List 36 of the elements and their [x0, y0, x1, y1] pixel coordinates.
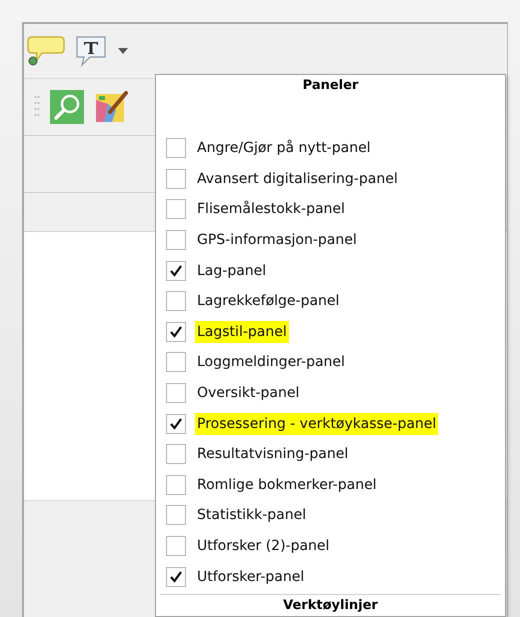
checkbox[interactable] — [166, 444, 186, 464]
menu-section-title: Verktøylinjer — [283, 598, 378, 613]
menu-item[interactable]: Statistikk-panel — [160, 500, 501, 531]
menu-item[interactable]: Oversikt-panel — [160, 378, 501, 408]
menu-item[interactable]: Resultatvisning-panel — [160, 438, 501, 470]
menu-item[interactable]: Lagrekkefølge-panel — [160, 286, 501, 317]
checkbox[interactable] — [166, 566, 186, 587]
toolbar-handle-icon[interactable] — [34, 95, 40, 119]
checkbox[interactable] — [166, 168, 186, 189]
menu-item[interactable]: Loggmeldinger-panel — [160, 347, 501, 378]
checkbox[interactable] — [166, 260, 186, 281]
caret-icon[interactable] — [118, 48, 128, 54]
checkbox[interactable] — [166, 291, 186, 312]
map-edit-icon[interactable] — [94, 90, 128, 124]
menu-item[interactable]: Utforsker (2)-panel — [160, 530, 501, 562]
checkbox[interactable] — [166, 536, 186, 556]
checkbox[interactable] — [166, 199, 186, 220]
menu-item[interactable]: Romlige bokmerker-panel — [160, 470, 501, 500]
search-icon[interactable] — [50, 90, 84, 124]
checkbox[interactable] — [166, 383, 186, 404]
text-annotation-icon[interactable] — [74, 34, 108, 68]
menu-item[interactable]: Angre/Gjør på nytt-panel — [160, 133, 501, 164]
checkbox[interactable] — [166, 352, 186, 372]
menu-item[interactable]: GPS-informasjon-panel — [160, 224, 501, 256]
menu-item[interactable]: Lagstil-panel — [160, 316, 501, 348]
checkbox[interactable] — [166, 414, 186, 434]
menu-item[interactable]: Lag-panel — [160, 255, 501, 286]
checkbox[interactable] — [166, 474, 186, 495]
menu-item[interactable]: Utforsker-panel — [160, 561, 501, 592]
checkbox[interactable] — [166, 138, 186, 158]
menu-item[interactable]: Avansert digitalisering-panel — [160, 164, 501, 194]
checkbox[interactable] — [166, 230, 186, 250]
menu-section-title: Paneler — [302, 78, 358, 93]
checkbox[interactable] — [166, 505, 186, 526]
menu-item[interactable]: Flisemålestokk-panel — [160, 194, 501, 225]
checkbox[interactable] — [166, 322, 186, 342]
